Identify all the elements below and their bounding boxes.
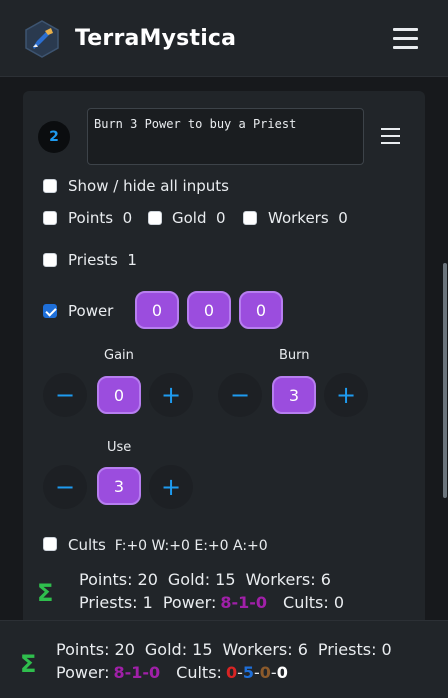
cult-air-value: 0 bbox=[276, 663, 288, 682]
step-summary-gold: Gold: 15 bbox=[167, 570, 236, 589]
total-summary-footer: Σ Points: 20 Gold: 15 Workers: 6 Priests: 0… bbox=[0, 620, 448, 698]
workers-checkbox[interactable] bbox=[243, 211, 257, 225]
workers-label: Workers 0 bbox=[268, 209, 348, 227]
burn-plus-button[interactable]: + bbox=[324, 373, 368, 417]
priests-value: 1 bbox=[127, 251, 137, 269]
step-summary-workers: Workers: 6 bbox=[245, 570, 331, 589]
total-summary-gold: Gold: 15 bbox=[144, 640, 213, 659]
step-summary-power: Power: 8-1-0 bbox=[162, 593, 268, 612]
burn-label: Burn bbox=[279, 348, 310, 363]
cult-fire-value: 0 bbox=[225, 663, 238, 682]
total-summary-workers: Workers: 6 bbox=[222, 640, 308, 659]
total-summary-cults: Cults: 0-5-0-0 bbox=[176, 663, 288, 682]
use-minus-button[interactable]: − bbox=[43, 465, 87, 509]
total-summary-line-2: Power: 8-1-0 Cults: 0-5-0-0 bbox=[56, 663, 298, 682]
total-summary-points: Points: 20 bbox=[56, 640, 135, 659]
power-bowl-2[interactable]: 0 bbox=[187, 291, 231, 329]
use-label: Use bbox=[107, 440, 132, 455]
priests-checkbox[interactable] bbox=[43, 253, 57, 267]
hamburger-menu-icon[interactable] bbox=[392, 26, 420, 52]
burn-minus-button[interactable]: − bbox=[218, 373, 262, 417]
step-summary-line-2: Priests: 1 Power: 8-1-0 Cults: 0 bbox=[79, 593, 354, 612]
points-checkbox[interactable] bbox=[43, 211, 57, 225]
power-bowl-1[interactable]: 0 bbox=[135, 291, 179, 329]
power-label: Power bbox=[68, 302, 114, 320]
gain-plus-button[interactable]: + bbox=[149, 373, 193, 417]
gold-label: Gold 0 bbox=[172, 209, 226, 227]
step-summary-line-1: Points: 20 Gold: 15 Workers: 6 bbox=[79, 570, 341, 589]
cults-checkbox[interactable] bbox=[43, 537, 57, 551]
cults-value: F:+0 W:+0 E:+0 A:+0 bbox=[114, 538, 268, 554]
priests-label: Priests 1 bbox=[68, 251, 137, 269]
gain-label: Gain bbox=[104, 348, 134, 363]
points-label: Points 0 bbox=[68, 209, 133, 227]
gain-minus-button[interactable]: − bbox=[43, 373, 87, 417]
total-summary-sigma-icon: Σ bbox=[20, 650, 37, 678]
app-logo-icon[interactable] bbox=[24, 20, 60, 58]
total-summary-priests: Priests: 0 bbox=[317, 640, 392, 659]
cult-water-value: 5 bbox=[242, 663, 254, 682]
app-title[interactable]: TerraMystica bbox=[75, 26, 236, 51]
show-hide-all-label: Show / hide all inputs bbox=[68, 177, 229, 195]
gold-value: 0 bbox=[216, 209, 226, 227]
step-menu-icon[interactable] bbox=[381, 127, 401, 145]
power-bowl-3[interactable]: 0 bbox=[239, 291, 283, 329]
scrollbar-thumb[interactable] bbox=[443, 263, 447, 498]
burn-value[interactable]: 3 bbox=[272, 376, 316, 414]
step-description-field[interactable]: Burn 3 Power to buy a Priest bbox=[87, 108, 364, 165]
power-checkbox[interactable] bbox=[43, 304, 57, 318]
use-value[interactable]: 3 bbox=[97, 467, 141, 505]
total-summary-line-1: Points: 20 Gold: 15 Workers: 6 Priests: 0 bbox=[56, 640, 402, 659]
top-navbar: TerraMystica bbox=[0, 0, 448, 77]
gold-checkbox[interactable] bbox=[148, 211, 162, 225]
points-value: 0 bbox=[122, 209, 133, 227]
gain-value[interactable]: 0 bbox=[97, 376, 141, 414]
step-number-badge: 2 bbox=[38, 121, 70, 153]
use-plus-button[interactable]: + bbox=[149, 465, 193, 509]
step-summary-cults: Cults: 0 bbox=[283, 593, 345, 612]
step-summary-priests: Priests: 1 bbox=[79, 593, 153, 612]
step-summary-points: Points: 20 bbox=[79, 570, 158, 589]
show-hide-all-checkbox[interactable] bbox=[43, 179, 57, 193]
workers-value: 0 bbox=[338, 209, 348, 227]
cults-label: Cults F:+0 W:+0 E:+0 A:+0 bbox=[68, 536, 268, 554]
total-summary-power: Power: 8-1-0 bbox=[56, 663, 161, 682]
cult-earth-value: 0 bbox=[259, 663, 271, 682]
step-summary-sigma-icon: Σ bbox=[37, 579, 54, 607]
